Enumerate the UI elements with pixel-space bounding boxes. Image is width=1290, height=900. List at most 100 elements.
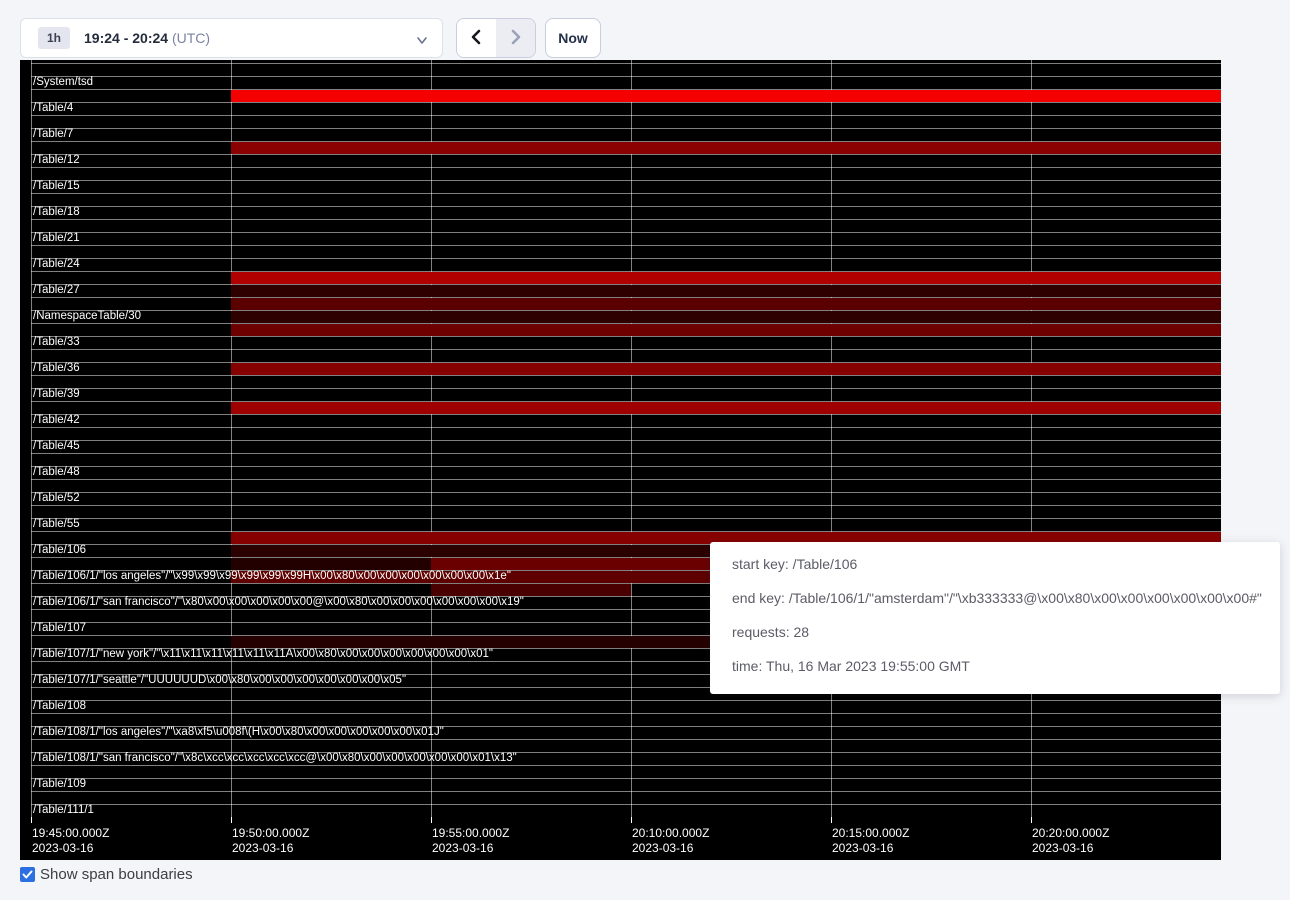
span-boundary-line	[31, 219, 1221, 220]
time-nav-group	[456, 18, 536, 58]
span-label: /Table/107/1/"seattle"/"UUUUUUD\x00\x80\…	[33, 674, 406, 687]
axis-time-label: 19:50:00.000Z2023-03-16	[232, 826, 309, 856]
time-axis: 19:45:00.000Z2023-03-16 19:50:00.000Z2023…	[20, 817, 1221, 860]
heat-band[interactable]	[231, 298, 1221, 310]
prev-interval-button[interactable]	[457, 19, 496, 57]
span-boundary-line	[31, 505, 1221, 506]
span-boundary-line	[31, 414, 1221, 415]
span-label: /NamespaceTable/30	[33, 310, 141, 323]
span-label: /Table/107	[33, 622, 86, 635]
span-label: /Table/15	[33, 180, 80, 193]
span-boundary-line	[31, 388, 1221, 389]
hover-tooltip: start key: /Table/106end key: /Table/106…	[710, 542, 1280, 694]
time-range-label: 19:24 - 20:24 (UTC)	[84, 30, 210, 46]
span-boundary-line	[31, 336, 1221, 337]
axis-tick	[1031, 817, 1032, 823]
heat-band[interactable]	[231, 558, 431, 570]
span-boundary-line	[31, 739, 1221, 740]
span-boundary-line	[31, 349, 1221, 350]
span-boundaries-label: Show span boundaries	[40, 866, 193, 883]
span-boundary-line	[31, 206, 1221, 207]
span-label: /Table/18	[33, 206, 80, 219]
span-boundary-line	[31, 115, 1221, 116]
next-interval-button[interactable]	[496, 19, 535, 57]
heat-band[interactable]	[231, 142, 1221, 154]
time-range-value: 19:24 - 20:24	[84, 30, 168, 46]
time-gridline	[431, 60, 432, 817]
tooltip-line: requests: 28	[732, 615, 1266, 649]
axis-tick	[831, 817, 832, 823]
key-visualizer-canvas[interactable]: /System/tsd/Table/4/Table/7/Table/12/Tab…	[20, 60, 1221, 860]
axis-time-label: 20:10:00.000Z2023-03-16	[632, 826, 709, 856]
heat-band[interactable]	[231, 285, 1221, 297]
span-boundary-line	[31, 258, 1221, 259]
span-boundary-line	[31, 440, 1221, 441]
span-boundary-line	[31, 700, 1221, 701]
span-label: /Table/12	[33, 154, 80, 167]
chevron-down-icon	[416, 33, 428, 51]
span-boundary-line	[31, 167, 1221, 168]
span-boundary-line	[31, 518, 1221, 519]
span-boundary-line	[31, 63, 1221, 64]
axis-tick	[631, 817, 632, 823]
span-boundary-line	[31, 765, 1221, 766]
span-label: /Table/106	[33, 544, 86, 557]
heat-band[interactable]	[231, 402, 1221, 414]
span-boundary-line	[31, 76, 1221, 77]
span-label: /Table/108/1/"san francisco"/"\x8c\xcc\x…	[33, 752, 517, 765]
span-boundary-line	[31, 804, 1221, 805]
span-label: /Table/106/1/"los angeles"/"\x99\x99\x99…	[33, 570, 511, 583]
span-label: /Table/106/1/"san francisco"/"\x80\x00\x…	[33, 596, 524, 609]
now-button[interactable]: Now	[545, 18, 601, 58]
span-boundary-line	[31, 232, 1221, 233]
span-boundary-line	[31, 791, 1221, 792]
time-gridline	[631, 60, 632, 817]
heat-band[interactable]	[231, 90, 1221, 102]
heat-band[interactable]	[431, 584, 631, 596]
span-boundary-line	[31, 180, 1221, 181]
span-boundary-line	[31, 466, 1221, 467]
heat-band[interactable]	[231, 324, 1221, 336]
span-label: /Table/55	[33, 518, 80, 531]
span-label: /Table/7	[33, 128, 73, 141]
tooltip-line: end key: /Table/106/1/"amsterdam"/"\xb33…	[732, 581, 1266, 615]
time-gridline	[231, 60, 232, 817]
axis-tick	[31, 817, 32, 823]
span-boundary-line	[31, 375, 1221, 376]
key-visualizer-page: 1h 19:24 - 20:24 (UTC) Now /System/tsd/T…	[0, 0, 1290, 900]
tooltip-line: time: Thu, 16 Mar 2023 19:55:00 GMT	[732, 649, 1266, 683]
span-label: /Table/21	[33, 232, 80, 245]
span-boundaries-checkbox[interactable]	[20, 867, 35, 882]
axis-time-label: 19:45:00.000Z2023-03-16	[32, 826, 109, 856]
span-boundary-line	[31, 154, 1221, 155]
span-label: /Table/107/1/"new york"/"\x11\x11\x11\x1…	[33, 648, 493, 661]
axis-tick	[431, 817, 432, 823]
span-boundary-line	[31, 245, 1221, 246]
span-boundary-line	[31, 479, 1221, 480]
time-gridline	[31, 60, 32, 817]
span-label: /Table/109	[33, 778, 86, 791]
span-label: /Table/52	[33, 492, 80, 505]
heat-band[interactable]	[231, 272, 1221, 284]
axis-time-label: 20:20:00.000Z2023-03-16	[1032, 826, 1109, 856]
span-label: /Table/4	[33, 102, 73, 115]
span-label: /Table/48	[33, 466, 80, 479]
span-label: /Table/45	[33, 440, 80, 453]
timezone-label: (UTC)	[172, 30, 210, 46]
span-boundary-line	[31, 102, 1221, 103]
axis-time-label: 19:55:00.000Z2023-03-16	[432, 826, 509, 856]
interval-badge: 1h	[38, 27, 70, 49]
span-boundary-line	[31, 128, 1221, 129]
heat-band[interactable]	[231, 363, 1221, 375]
time-range-select[interactable]: 1h 19:24 - 20:24 (UTC)	[20, 18, 443, 58]
span-label: /Table/39	[33, 388, 80, 401]
span-label: /Table/27	[33, 284, 80, 297]
heat-band[interactable]	[231, 311, 1221, 323]
span-label: /Table/111/1	[33, 804, 94, 817]
span-label: /Table/108	[33, 700, 86, 713]
span-label: /System/tsd	[33, 76, 93, 89]
span-boundaries-toggle[interactable]: Show span boundaries	[20, 866, 193, 883]
axis-time-label: 20:15:00.000Z2023-03-16	[832, 826, 909, 856]
time-gridline	[831, 60, 832, 817]
tooltip-line: start key: /Table/106	[732, 547, 1266, 581]
